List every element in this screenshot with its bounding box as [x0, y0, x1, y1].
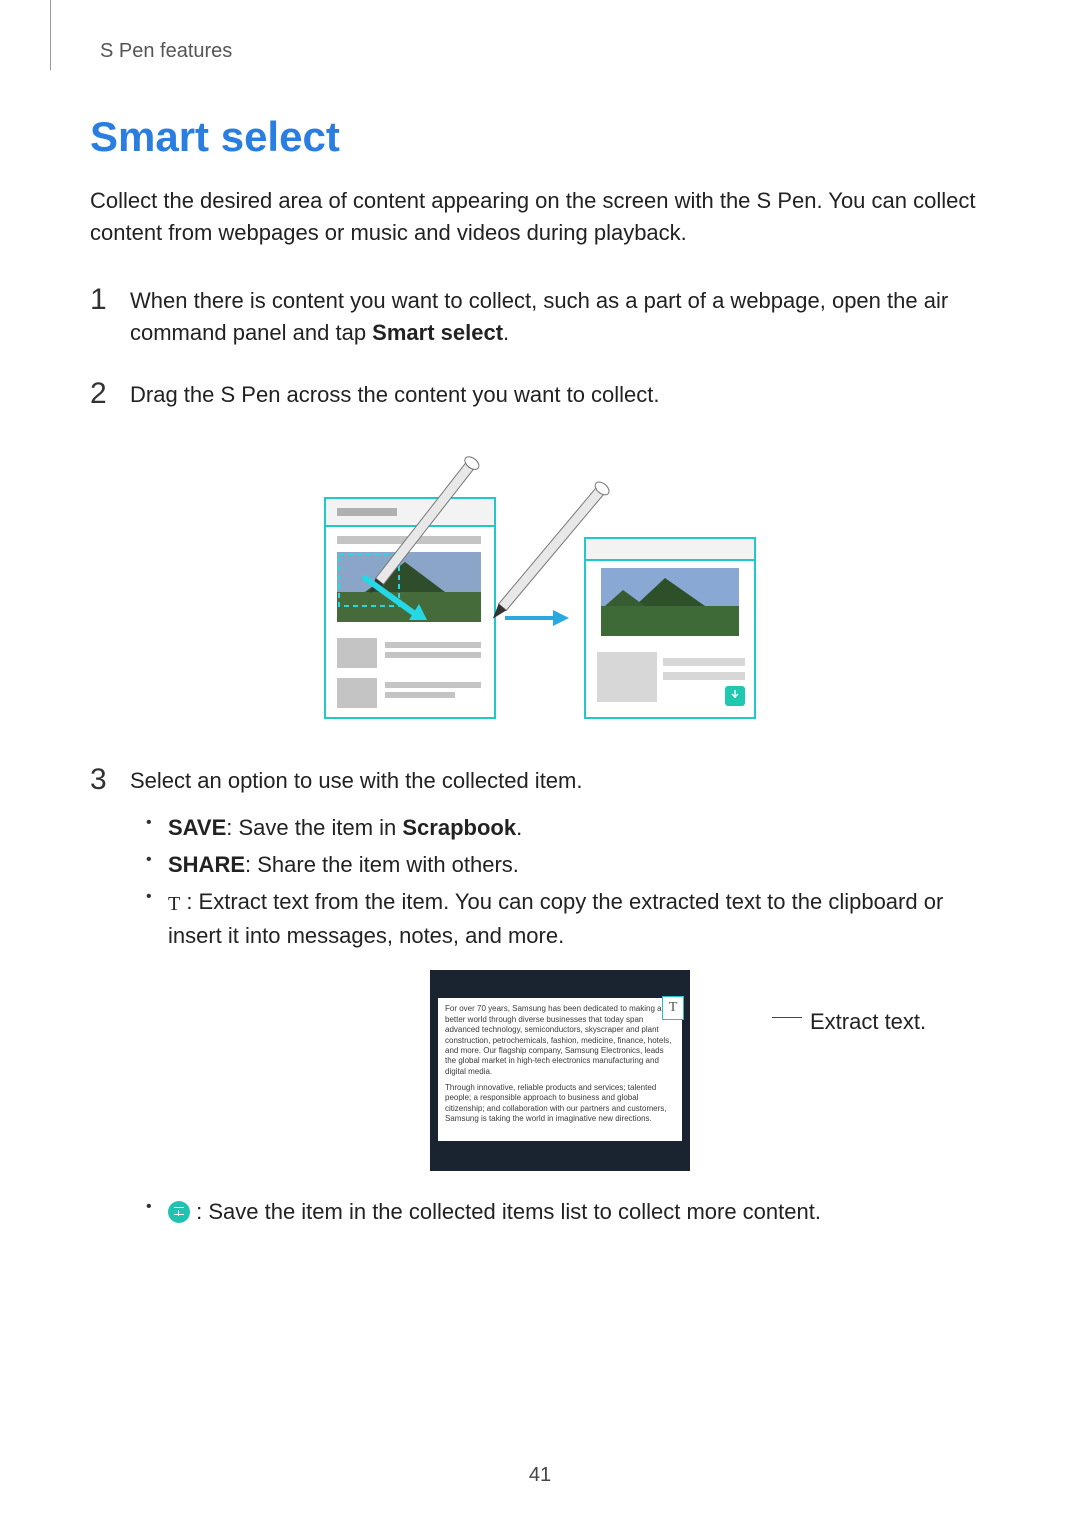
shot-p2: Through innovative, reliable products an… — [445, 1083, 675, 1125]
options-list-2: : Save the item in the collected items l… — [140, 1195, 990, 1228]
shot-p1: For over 70 years, Samsung has been dedi… — [445, 1004, 675, 1077]
section-breadcrumb: S Pen features — [100, 40, 990, 63]
step-text: Select an option to use with the collect… — [130, 763, 990, 1231]
extract-text-screenshot: T For over 70 years, Samsung has been de… — [130, 970, 990, 1170]
share-post: : Share the item with others. — [245, 852, 519, 877]
page-number: 41 — [0, 1464, 1080, 1487]
step3-text: Select an option to use with the collect… — [130, 768, 582, 793]
page-content: S Pen features Smart select Collect the … — [0, 0, 1080, 1232]
step-number: 1 — [90, 283, 130, 349]
captured-text-panel: T For over 70 years, Samsung has been de… — [438, 998, 682, 1140]
text-extract-icon: T — [168, 889, 180, 919]
intro-paragraph: Collect the desired area of content appe… — [90, 185, 990, 249]
callout-line — [772, 1017, 802, 1018]
step1-pre: When there is content you want to collec… — [130, 288, 948, 345]
extract-text-badge: T — [662, 996, 684, 1020]
step-text: Drag the S Pen across the content you wa… — [130, 377, 990, 411]
extract-text: : Extract text from the item. You can co… — [168, 889, 943, 948]
collect-text: : Save the item in the collected items l… — [190, 1199, 821, 1224]
phone-screenshot: T For over 70 years, Samsung has been de… — [430, 970, 690, 1170]
collect-icon — [168, 1201, 190, 1223]
options-list: SAVE: Save the item in Scrapbook. SHARE:… — [140, 811, 990, 952]
option-extract: T : Extract text from the item. You can … — [140, 885, 990, 952]
step1-post: . — [503, 320, 509, 345]
option-share: SHARE: Share the item with others. — [140, 848, 990, 881]
step-3: 3 Select an option to use with the colle… — [90, 763, 990, 1231]
save-bold: Scrapbook — [402, 815, 516, 840]
step-text: When there is content you want to collec… — [130, 283, 990, 349]
save-mid: : Save the item in — [226, 815, 402, 840]
step-1: 1 When there is content you want to coll… — [90, 283, 990, 349]
option-collect: : Save the item in the collected items l… — [140, 1195, 990, 1228]
save-label: SAVE — [168, 815, 226, 840]
header-divider — [50, 0, 51, 70]
page-title: Smart select — [90, 113, 990, 161]
step1-bold: Smart select — [372, 320, 503, 345]
step-number: 2 — [90, 377, 130, 411]
callout-label: Extract text. — [810, 1006, 926, 1038]
step-2: 2 Drag the S Pen across the content you … — [90, 377, 990, 411]
option-save: SAVE: Save the item in Scrapbook. — [140, 811, 990, 844]
smart-select-diagram — [90, 438, 990, 733]
step-number: 3 — [90, 763, 130, 1231]
save-post: . — [516, 815, 522, 840]
diagram-svg — [305, 438, 775, 728]
share-label: SHARE — [168, 852, 245, 877]
